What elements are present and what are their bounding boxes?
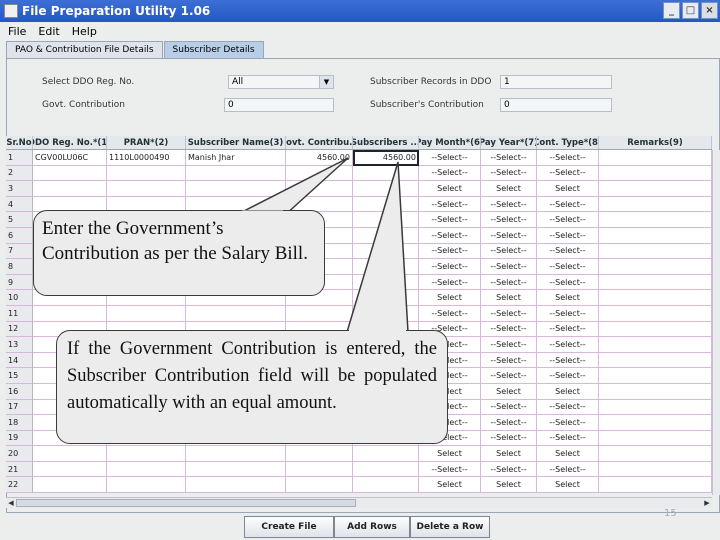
pointer-joins [242,210,406,333]
